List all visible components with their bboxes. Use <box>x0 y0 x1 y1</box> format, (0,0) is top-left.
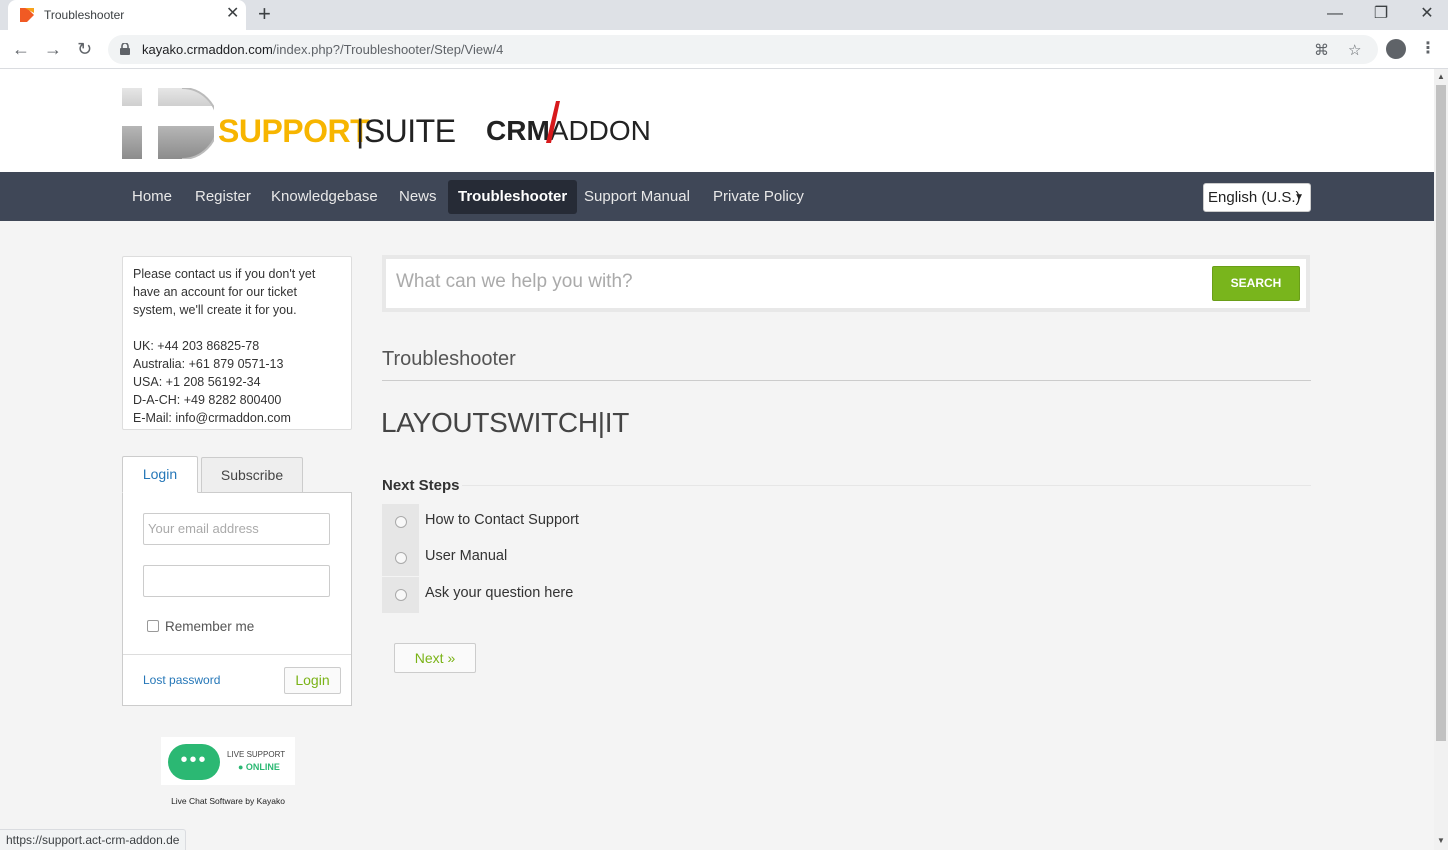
login-widget: Login Subscribe Your email address Remem… <box>122 456 352 706</box>
section-title: Troubleshooter <box>382 348 516 370</box>
option-label: How to Contact Support <box>425 512 579 528</box>
contact-info-box: Please contact us if you don't yet have … <box>122 256 352 430</box>
site-header: SUPPORT |SUITE CRMADDON <box>0 69 1434 172</box>
info-line: have an account for our ticket <box>133 285 297 299</box>
page-scrollbar[interactable]: ▲ ▼ <box>1434 69 1448 850</box>
option-radio[interactable] <box>395 589 407 601</box>
close-window-icon[interactable]: ✕ <box>1404 2 1448 26</box>
close-tab-icon[interactable]: ✕ <box>226 4 239 24</box>
restore-icon[interactable]: ❐ <box>1358 2 1404 26</box>
minimize-icon[interactable]: — <box>1312 2 1358 26</box>
live-chat-badge[interactable]: ••• LIVE SUPPORT ● ONLINE <box>161 737 295 785</box>
tab-subscribe[interactable]: Subscribe <box>201 457 303 494</box>
next-steps-label: Next Steps <box>382 477 460 494</box>
chat-bubble-icon: ••• <box>168 744 220 780</box>
translate-icon[interactable]: ⌘ <box>1314 41 1329 59</box>
divider <box>123 654 351 655</box>
info-line: UK: +44 203 86825-78 <box>133 339 260 353</box>
nav-home[interactable]: Home <box>122 180 182 214</box>
option-user-manual[interactable]: User Manual <box>382 540 982 576</box>
nav-private-policy[interactable]: Private Policy <box>703 180 814 214</box>
password-field[interactable] <box>143 565 330 597</box>
nav-register[interactable]: Register <box>185 180 261 214</box>
online-status: ● ONLINE <box>238 762 280 772</box>
info-line: system, we'll create it for you. <box>133 303 297 317</box>
info-line: USA: +1 208 56192-34 <box>133 375 261 389</box>
new-tab-icon[interactable]: + <box>258 2 271 26</box>
address-bar[interactable]: kayako.crmaddon.com/index.php?/Troublesh… <box>108 35 1378 64</box>
tab-login[interactable]: Login <box>122 456 198 493</box>
nav-news[interactable]: News <box>389 180 447 214</box>
next-steps-divider <box>462 485 1311 486</box>
search-button[interactable]: SEARCH <box>1212 266 1300 301</box>
logo-suite-text: |SUITE <box>356 113 456 149</box>
nav-troubleshooter[interactable]: Troubleshooter <box>448 180 578 214</box>
info-line: Please contact us if you don't yet <box>133 267 316 281</box>
option-contact-support[interactable]: How to Contact Support <box>382 504 982 540</box>
remember-checkbox[interactable] <box>147 620 159 632</box>
nav-knowledgebase[interactable]: Knowledgebase <box>261 180 388 214</box>
scroll-up-icon[interactable]: ▲ <box>1437 72 1445 81</box>
lost-password-link[interactable]: Lost password <box>143 673 220 687</box>
browser-tabstrip: Troubleshooter ✕ + — ❐ ✕ <box>0 0 1448 30</box>
profile-avatar-icon[interactable] <box>1386 39 1406 59</box>
option-radio[interactable] <box>395 516 407 528</box>
crmaddon-logo[interactable]: CRMADDON <box>486 115 651 147</box>
supportsuite-logo-icon[interactable] <box>122 88 214 159</box>
reload-icon[interactable]: ↻ <box>77 38 92 60</box>
status-url: https://support.act-crm-addon.de <box>0 829 187 850</box>
option-label: Ask your question here <box>425 585 574 601</box>
browser-tab[interactable]: Troubleshooter ✕ <box>8 0 246 30</box>
live-chat-credit[interactable]: Live Chat Software by Kayako <box>150 796 306 806</box>
crmaddon-slash-icon <box>546 101 560 143</box>
scroll-down-icon[interactable]: ▼ <box>1437 836 1445 845</box>
browser-menu-icon[interactable]: ⋮ <box>1420 38 1436 60</box>
forward-arrow-icon[interactable]: → <box>44 38 62 60</box>
option-ask-question[interactable]: Ask your question here <box>382 577 982 613</box>
chevron-down-icon: ▼ <box>1294 192 1304 203</box>
language-select[interactable]: English (U.S.) ▼ <box>1203 183 1311 212</box>
step-title: LAYOUTSWITCH|IT <box>381 407 630 438</box>
browser-toolbar: ← → ↻ kayako.crmaddon.com/index.php?/Tro… <box>0 30 1448 69</box>
back-arrow-icon[interactable]: ← <box>12 38 30 60</box>
tab-title: Troubleshooter <box>44 8 125 22</box>
login-button[interactable]: Login <box>284 667 341 694</box>
info-line: E-Mail: info@crmaddon.com <box>133 411 291 425</box>
login-panel: Your email address Remember me Lost pass… <box>122 492 352 706</box>
option-radio[interactable] <box>395 552 407 564</box>
section-divider <box>382 380 1311 381</box>
nav-support-manual[interactable]: Support Manual <box>574 180 700 214</box>
email-field[interactable]: Your email address <box>143 513 330 545</box>
kayako-favicon-icon <box>20 8 34 22</box>
live-support-label: LIVE SUPPORT <box>227 750 286 759</box>
option-label: User Manual <box>425 548 508 564</box>
scroll-thumb[interactable] <box>1436 85 1446 741</box>
next-button[interactable]: Next » <box>394 643 476 673</box>
page-viewport: SUPPORT |SUITE CRMADDON Home Register Kn… <box>0 69 1434 850</box>
info-line: Australia: +61 879 0571-13 <box>133 357 284 371</box>
remember-me[interactable]: Remember me <box>147 619 254 634</box>
lock-icon <box>120 43 130 55</box>
url-text: kayako.crmaddon.com/index.php?/Troublesh… <box>142 42 504 57</box>
info-line: D-A-CH: +49 8282 800400 <box>133 393 282 407</box>
main-navbar: Home Register Knowledgebase News Trouble… <box>0 172 1434 221</box>
logo-support-text: SUPPORT <box>218 113 370 149</box>
bookmark-star-icon[interactable]: ☆ <box>1348 41 1361 59</box>
search-box: What can we help you with? SEARCH <box>382 255 1310 312</box>
search-input[interactable]: What can we help you with? <box>396 271 633 293</box>
